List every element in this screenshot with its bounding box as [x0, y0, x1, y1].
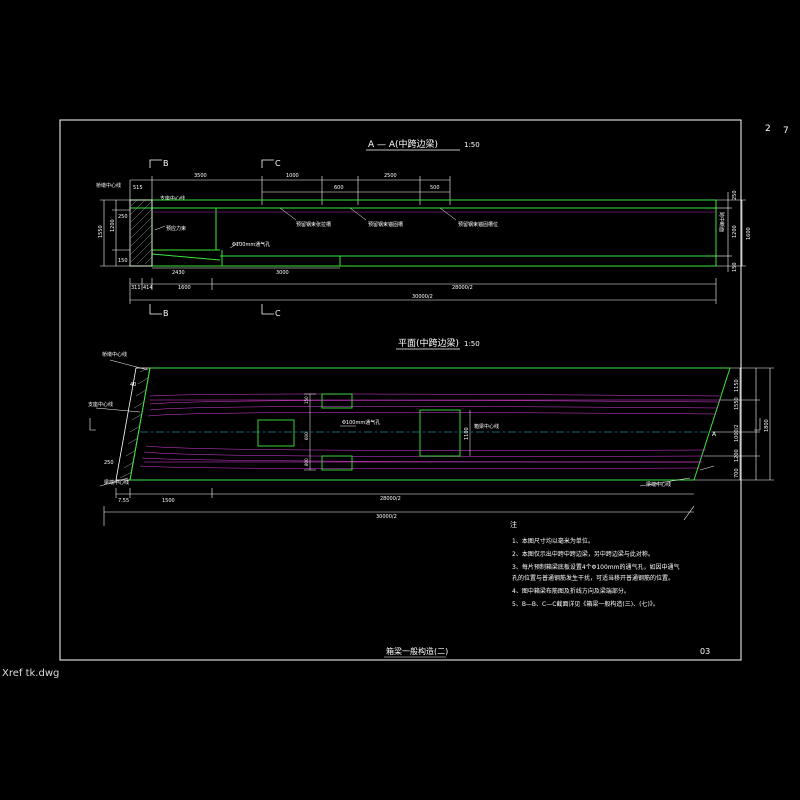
plan-bottom-dimensions — [103, 488, 695, 526]
cut-b-bottom-label: B — [163, 309, 169, 318]
plan-right-dim-1: 1550 — [734, 397, 740, 410]
section-aa-scale: 1:50 — [464, 141, 480, 149]
sheet-title: 箱梁一般构造(二) — [386, 646, 448, 656]
section-aa-beam — [130, 199, 717, 267]
aa-leaders — [154, 207, 457, 249]
plan-right-dim-3: 1200 — [734, 449, 740, 462]
aa-vent-label: Φ100mm通气孔 — [232, 241, 270, 248]
note-4: 4、图中箱梁布筋图及折线方向及梁端部分。 — [512, 587, 630, 595]
aa-end-block — [129, 199, 153, 267]
aa-right-dim-3: 150 — [732, 262, 738, 272]
aa-bottom-dim-0: 311 — [131, 285, 141, 291]
aa-total-dim: 30000/2 — [412, 294, 433, 300]
aa-left-dimensions — [100, 199, 130, 267]
aa-pier-centerline-label: 桥墩中心线 — [96, 182, 121, 189]
plan-bottom-dim-1: 1500 — [162, 498, 175, 504]
aa-top-dim-0: 515 — [133, 185, 143, 191]
aa-bottom-dim-3: 28000/2 — [452, 285, 473, 291]
aa-top-dim-5: 500 — [430, 185, 440, 191]
cad-drawing-canvas: 2 7 A — A(中跨边梁) 1:50 B C 515 3500 1000 6… — [59, 119, 789, 661]
plan-section-a-arrows — [89, 418, 761, 431]
aa-left-dim-4: 1200 — [110, 219, 116, 232]
plan-right-dim-5: 1800 — [764, 419, 770, 432]
cut-b-top-label: B — [163, 159, 169, 168]
plan-vent-label: Φ100mm通气孔 — [342, 419, 380, 426]
plan-pier-centerline-label: 桥墩中心线 — [102, 351, 127, 358]
plan-beam-outline — [129, 367, 731, 481]
aa-bottom-dim-2: 1600 — [178, 285, 191, 291]
plan-bearing-centerline-label: 支座中心线 — [88, 401, 113, 408]
plan-dim-left-0: 40 — [130, 382, 136, 388]
plan-beam-end-label: 梁端中心线 — [104, 479, 129, 486]
aa-bottom-dim-1: 414 — [143, 285, 153, 291]
aa-left-dim-5: 150 — [118, 258, 128, 264]
plan-right-dim-2: 1000/2 — [734, 424, 740, 442]
plan-dim-top-1: 600 — [304, 432, 309, 440]
note-1: 1、本图尺寸均以毫米为单位。 — [512, 537, 594, 545]
cut-b-bottom-marker — [149, 304, 162, 315]
aa-mid-dim-1: 3000 — [276, 270, 289, 276]
aa-midspan-label: 跨中断面 — [718, 212, 725, 232]
plan-leaders — [95, 359, 715, 487]
aa-end-hatch — [130, 199, 153, 265]
plan-title: 平面(中跨边梁) — [398, 337, 459, 349]
cut-b-top-marker — [149, 159, 162, 168]
cut-c-bottom-marker — [261, 304, 274, 315]
plan-dim-left-1: 250 — [104, 460, 114, 466]
aa-right-dim-2: 1600 — [746, 227, 752, 240]
section-aa-title: A — A(中跨边梁) — [368, 138, 438, 150]
plan-beam-end-label-right: 梁端中心线 — [646, 481, 671, 488]
aa-anchor-groove-label: 预留钢束锚固槽 — [368, 221, 403, 228]
page-mark: 7 — [783, 126, 789, 136]
sheet-stamp: 03 — [700, 647, 710, 656]
plan-box-dim-1100: 1100 — [464, 427, 470, 440]
aa-top-dim-1: 3500 — [194, 173, 207, 179]
page-number: 2 — [765, 124, 771, 134]
note-2: 2、本图仅示出中跨中跨边梁，另中跨边梁与此对称。 — [512, 550, 654, 558]
aa-anchor-position-label: 预留钢束锚固槽位 — [458, 221, 498, 228]
file-name-label: Xref tk.dwg — [2, 668, 60, 679]
plan-bottom-dim-0: 7.55 — [118, 498, 129, 504]
aa-right-dim-1: 1200 — [732, 225, 738, 238]
plan-box-dim-800: 800 — [304, 458, 309, 466]
aa-mid-dim-0: 2430 — [172, 270, 185, 276]
aa-left-dim-1: 250 — [118, 214, 128, 220]
aa-right-dim-0: 250 — [732, 190, 738, 200]
note-3: 3、每片预制箱梁底板设置4个Φ100mm的通气孔，如因中通气 — [512, 563, 680, 571]
cut-c-top-label: C — [275, 159, 281, 168]
aa-top-dim-4: 2500 — [384, 173, 397, 179]
cut-c-top-marker — [261, 159, 274, 168]
aa-bearing-centerline-label: 支座中心线 — [160, 195, 185, 202]
aa-top-dim-2: 1000 — [286, 173, 299, 179]
cut-c-bottom-label: C — [275, 309, 281, 318]
notes-heading: 注 — [510, 520, 517, 529]
aa-tendon-label: 预应力束 — [166, 225, 186, 232]
aa-top-dim-3: 600 — [334, 185, 344, 191]
plan-bottom-dim-2: 28000/2 — [380, 496, 401, 502]
aa-tension-groove-label: 预留钢束张拉槽 — [296, 221, 331, 228]
aa-left-dim-0: 1550 — [98, 225, 104, 238]
plan-right-dim-4: 700 — [734, 468, 740, 478]
plan-scale: 1:50 — [464, 340, 480, 348]
note-5: 5、B—B、C—C截面详见《箱梁一般构造(三)、(七)》。 — [512, 600, 659, 608]
plan-dim-top-0: 150 — [304, 396, 309, 404]
plan-tendons — [139, 393, 721, 469]
plan-right-dim-0: 1150 — [734, 379, 740, 392]
note-3b: 孔的位置与普通钢筋发生干扰，可适当移开普通钢筋的位置。 — [512, 574, 674, 582]
plan-total-dim: 30000/2 — [376, 514, 397, 520]
plan-box-centerline-label: 箱梁中心线 — [474, 423, 499, 430]
